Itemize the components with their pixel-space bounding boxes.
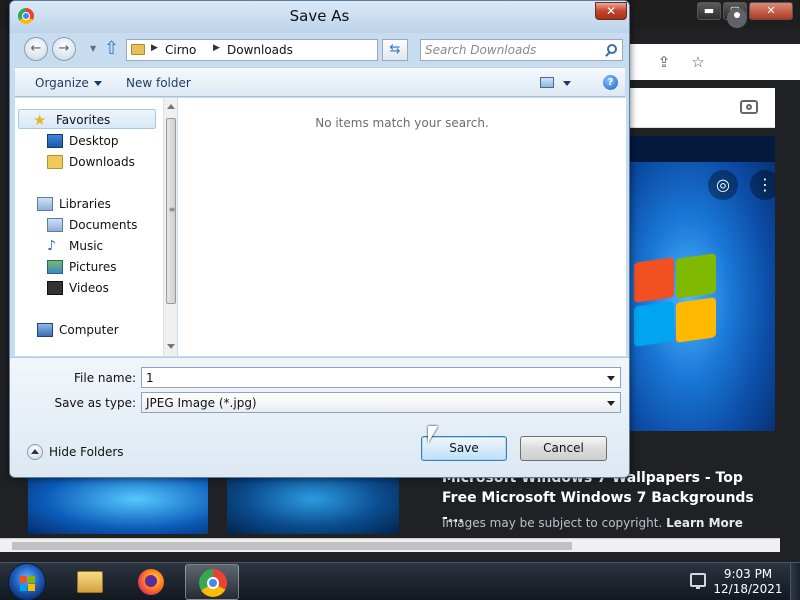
cancel-button[interactable]: Cancel <box>520 436 607 461</box>
view-dropdown-icon[interactable] <box>563 81 571 86</box>
nav-label: Pictures <box>69 260 117 274</box>
view-options-icon[interactable] <box>540 77 554 88</box>
network-icon[interactable] <box>690 573 706 589</box>
thumbnail-image[interactable] <box>28 476 208 534</box>
nav-label: Music <box>69 239 104 253</box>
help-icon[interactable]: ? <box>603 75 618 90</box>
mouse-cursor-icon <box>428 426 438 443</box>
horizontal-scrollbar[interactable] <box>0 538 780 552</box>
clock-time: 9:03 PM <box>723 567 773 581</box>
copyright-note: Images may be subject to copyright. Lear… <box>442 516 743 530</box>
recent-locations-chevron-icon[interactable]: ▼ <box>90 44 96 53</box>
folder-icon <box>47 155 63 169</box>
pictures-icon <box>47 260 63 274</box>
firefox-icon <box>138 569 164 595</box>
share-icon[interactable]: ⇪ <box>654 52 674 72</box>
nav-label: Desktop <box>69 134 119 148</box>
taskbar-explorer[interactable] <box>62 564 116 600</box>
refresh-icon[interactable]: ⇆ <box>382 39 408 61</box>
dialog-titlebar[interactable]: Save As ✕ <box>10 1 629 33</box>
scrollbar-thumb[interactable] <box>166 118 177 304</box>
folder-icon <box>131 44 145 55</box>
documents-icon <box>47 218 63 232</box>
save-as-type-label: Save as type: <box>54 396 136 410</box>
dialog-close-button[interactable]: ✕ <box>595 2 627 20</box>
more-options-icon[interactable]: ⋮ <box>750 170 775 200</box>
windows-flag-logo <box>630 253 720 356</box>
lens-icon[interactable]: ◎ <box>708 170 738 200</box>
music-icon: ♪ <box>47 238 56 254</box>
browser-toolbar: ⇪ ☆ <box>630 44 800 80</box>
clock-date: 12/18/2021 <box>713 582 783 596</box>
search-input[interactable] <box>425 42 600 58</box>
file-list-pane[interactable]: No items match your search. <box>178 98 626 356</box>
scrollbar-thumb[interactable] <box>12 542 572 550</box>
save-as-type-select[interactable]: JPEG Image (*.jpg) <box>141 392 621 413</box>
preview-image[interactable]: ◎ ⋮ <box>630 136 775 431</box>
organize-label: Organize <box>35 76 89 90</box>
copyright-text: Images may be subject to copyright. <box>442 516 663 530</box>
system-clock[interactable]: 9:03 PM 12/18/2021 <box>712 567 784 597</box>
nav-label: Favorites <box>56 113 111 127</box>
nav-label: Computer <box>59 323 119 337</box>
nav-label: Downloads <box>69 155 135 169</box>
chevron-down-icon[interactable] <box>607 376 615 381</box>
save-as-type-value: JPEG Image (*.jpg) <box>146 396 257 410</box>
organize-button[interactable]: Organize <box>35 76 102 90</box>
taskbar-firefox[interactable] <box>124 564 178 600</box>
chevron-down-icon <box>93 81 102 86</box>
bookmark-star-icon[interactable]: ☆ <box>688 52 708 72</box>
address-bar[interactable]: ▶ Cirno ▶ Downloads <box>126 39 485 61</box>
nav-label: Libraries <box>59 197 111 211</box>
scroll-up-icon[interactable] <box>167 104 175 109</box>
up-arrow-icon[interactable]: ⇧ <box>104 39 122 59</box>
save-options-area: File name: Save as type: JPEG Image (*.j… <box>10 357 629 477</box>
search-box[interactable] <box>420 39 623 61</box>
show-desktop-button[interactable] <box>790 563 800 600</box>
scroll-down-icon[interactable] <box>167 344 175 349</box>
learn-more-link[interactable]: Learn More <box>666 516 743 530</box>
breadcrumb-downloads[interactable]: Downloads <box>227 43 293 57</box>
thumbnail-image[interactable] <box>227 476 399 534</box>
desktop-icon <box>47 134 63 148</box>
profile-avatar-icon[interactable] <box>727 8 747 28</box>
camera-icon[interactable] <box>740 100 758 114</box>
browser-close-button[interactable]: ✕ <box>749 2 793 20</box>
computer-icon <box>37 323 53 337</box>
library-icon <box>37 197 53 211</box>
save-as-dialog: Save As ✕ ← → ▼ ⇧ ▶ Cirno ▶ Downloads ⇆ … <box>9 0 630 478</box>
chevron-up-icon <box>27 444 43 460</box>
explorer-folder-icon <box>77 571 103 593</box>
new-folder-button[interactable]: New folder <box>126 76 191 90</box>
nav-label: Documents <box>69 218 138 232</box>
browser-right-edge <box>775 136 800 538</box>
breadcrumb-separator-icon[interactable]: ▶ <box>151 43 158 53</box>
chevron-down-icon[interactable] <box>607 401 615 406</box>
command-bar: Organize New folder ? <box>15 67 625 97</box>
hide-folders-label: Hide Folders <box>49 445 124 459</box>
navigation-pane: ★ Favorites Desktop Downloads Libraries … <box>15 98 177 356</box>
nav-label: Videos <box>69 281 109 295</box>
star-icon: ★ <box>33 111 47 129</box>
start-button[interactable] <box>8 563 46 600</box>
search-icon[interactable] <box>607 44 617 54</box>
dialog-title: Save As <box>289 7 350 25</box>
file-name-field[interactable] <box>141 367 621 388</box>
breadcrumb-cirno[interactable]: Cirno <box>165 43 196 57</box>
forward-arrow-icon[interactable]: → <box>52 37 76 61</box>
minimize-button[interactable]: ▬ <box>697 2 721 20</box>
address-row: ← → ▼ ⇧ ▶ Cirno ▶ Downloads ⇆ <box>10 35 629 65</box>
taskbar: 9:03 PM 12/18/2021 <box>0 562 800 600</box>
chrome-icon <box>199 569 227 597</box>
image-top-band <box>630 136 775 162</box>
nav-item-favorites[interactable]: ★ Favorites <box>18 109 156 129</box>
videos-icon <box>47 281 63 295</box>
file-name-input[interactable] <box>146 370 596 385</box>
taskbar-chrome[interactable] <box>185 564 239 600</box>
file-name-label: File name: <box>74 371 136 385</box>
nav-scrollbar[interactable] <box>163 98 177 356</box>
back-arrow-icon[interactable]: ← <box>24 37 48 61</box>
breadcrumb-separator-icon[interactable]: ▶ <box>213 43 220 53</box>
empty-message: No items match your search. <box>315 116 489 130</box>
